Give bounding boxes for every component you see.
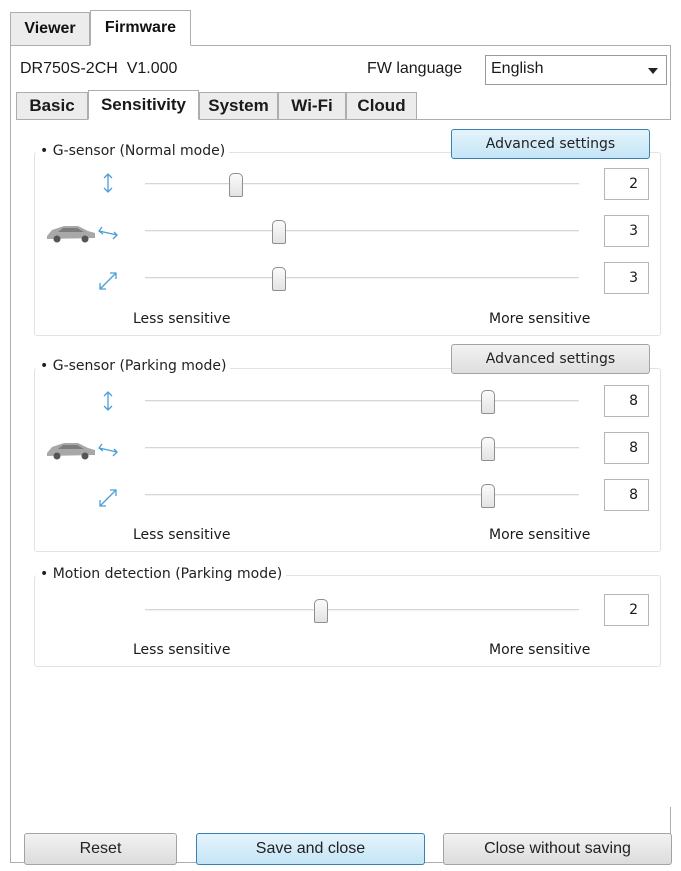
parking-advanced-settings-button[interactable]: Advanced settings [451, 344, 650, 374]
normal-horizontal-track [145, 230, 579, 232]
car-icon [44, 219, 98, 245]
horizontal-axis-icon [97, 222, 119, 244]
car-icon [44, 436, 98, 462]
model-name: DR750S-2CH [20, 60, 118, 77]
more-sensitive-label: More sensitive [489, 642, 591, 658]
normal-diagonal-slider[interactable] [272, 267, 286, 291]
less-sensitive-label: Less sensitive [133, 311, 231, 327]
tab-wifi[interactable]: Wi-Fi [278, 92, 346, 120]
tab-sensitivity[interactable]: Sensitivity [88, 90, 199, 120]
diagonal-axis-icon [97, 487, 119, 509]
more-sensitive-label: More sensitive [489, 527, 591, 543]
parking-vertical-track [145, 400, 579, 402]
fw-language-label: FW language [367, 60, 463, 77]
tab-firmware[interactable]: Firmware [90, 10, 191, 46]
tab-viewer[interactable]: Viewer [10, 12, 90, 46]
normal-vertical-track [145, 183, 579, 185]
vertical-axis-icon [97, 390, 119, 412]
parking-diagonal-value: 8 [604, 479, 649, 511]
fw-language-select[interactable]: English [485, 55, 667, 85]
model-version-label: DR750S-2CH V1.000 [20, 60, 177, 78]
g-sensor-normal-group [34, 152, 661, 336]
normal-vertical-value: 2 [604, 168, 649, 200]
firmware-version: V1.000 [126, 60, 178, 77]
motion-detection-title: • Motion detection (Parking mode) [36, 566, 287, 582]
normal-vertical-slider[interactable] [229, 173, 243, 197]
vertical-axis-icon [97, 172, 119, 194]
reset-button[interactable]: Reset [24, 833, 177, 865]
motion-value: 2 [604, 594, 649, 626]
save-and-close-button[interactable]: Save and close [196, 833, 425, 865]
less-sensitive-label: Less sensitive [133, 642, 231, 658]
fw-language-value: English [491, 60, 544, 77]
close-without-saving-button[interactable]: Close without saving [443, 833, 672, 865]
tab-basic[interactable]: Basic [16, 92, 88, 120]
horizontal-axis-icon [97, 439, 119, 461]
chevron-down-icon [648, 68, 658, 74]
normal-advanced-settings-button[interactable]: Advanced settings [451, 129, 650, 159]
parking-diagonal-slider[interactable] [481, 484, 495, 508]
g-sensor-parking-group [34, 368, 661, 552]
parking-horizontal-value: 8 [604, 432, 649, 464]
parking-vertical-slider[interactable] [481, 390, 495, 414]
parking-horizontal-track [145, 447, 579, 449]
tab-cloud[interactable]: Cloud [346, 92, 417, 120]
parking-horizontal-slider[interactable] [481, 437, 495, 461]
less-sensitive-label: Less sensitive [133, 527, 231, 543]
diagonal-axis-icon [97, 270, 119, 292]
normal-diagonal-track [145, 277, 579, 279]
motion-slider[interactable] [314, 599, 328, 623]
parking-vertical-value: 8 [604, 385, 649, 417]
g-sensor-parking-title: • G-sensor (Parking mode) [36, 358, 231, 374]
normal-diagonal-value: 3 [604, 262, 649, 294]
parking-diagonal-track [145, 494, 579, 496]
normal-horizontal-slider[interactable] [272, 220, 286, 244]
g-sensor-normal-title: • G-sensor (Normal mode) [36, 143, 230, 159]
motion-track [145, 609, 579, 611]
tab-system[interactable]: System [199, 92, 278, 120]
normal-horizontal-value: 3 [604, 215, 649, 247]
more-sensitive-label: More sensitive [489, 311, 591, 327]
